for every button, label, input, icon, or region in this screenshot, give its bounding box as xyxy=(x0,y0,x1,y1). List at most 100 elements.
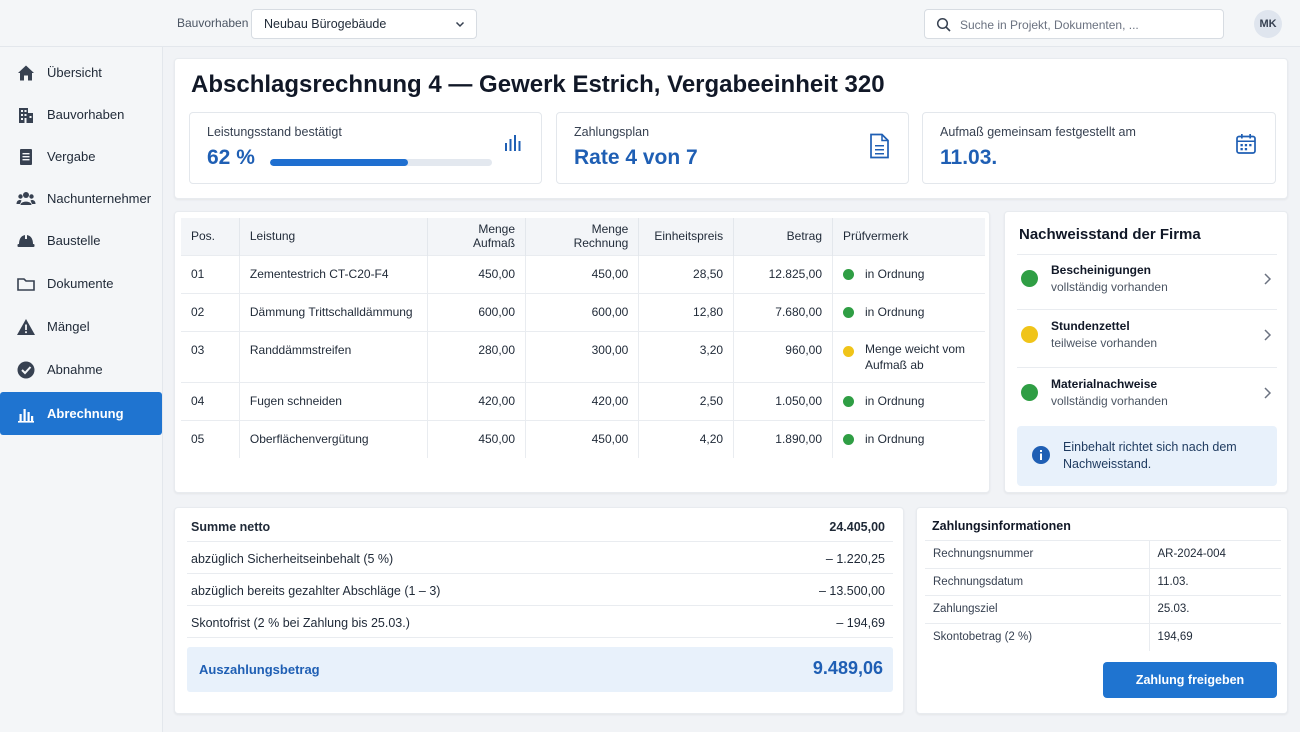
warning-icon xyxy=(17,319,35,335)
sidebar-item-label: Mängel xyxy=(47,319,90,334)
divider xyxy=(1017,254,1277,255)
project-select-value: Neubau Bürogebäude xyxy=(264,17,387,31)
sidebar-item-abrechnung[interactable]: Abrechnung xyxy=(0,392,162,435)
cell-pos: 04 xyxy=(181,381,240,420)
cell-aufmass: 600,00 xyxy=(427,292,527,331)
table-header-row: Pos. Leistung Menge Aufmaß Menge Rechnun… xyxy=(181,218,985,255)
col-pos[interactable]: Pos. xyxy=(181,218,240,255)
cell-status: in Ordnung xyxy=(832,419,985,458)
status-text: in Ordnung xyxy=(865,267,925,281)
proof-item-bescheinigungen[interactable]: Bescheinigungen vollständig vorhanden xyxy=(1017,256,1277,312)
cell-pos: 03 xyxy=(181,330,240,382)
cell-betrag: 1.890,00 xyxy=(733,419,833,458)
cell-rechnung: 450,00 xyxy=(525,254,640,293)
sidebar-item-dokumente[interactable]: Dokumente xyxy=(0,262,162,305)
chevron-right-icon xyxy=(1264,273,1272,285)
status-ok-dot xyxy=(843,433,854,445)
summary-label: abzüglich bereits gezahlter Abschläge (1… xyxy=(191,584,441,598)
summary-label: abzüglich Sicherheitseinbehalt (5 %) xyxy=(191,552,394,566)
payment-info-table: Rechnungsnummer AR-2024-004 Rechnungsdat… xyxy=(925,540,1281,651)
project-label: Bauvorhaben xyxy=(177,16,249,30)
bar-chart-icon xyxy=(18,409,34,423)
status-ok-dot xyxy=(843,395,854,407)
summary-row-retention: abzüglich Sicherheitseinbehalt (5 %) – 1… xyxy=(187,542,893,574)
proofs-title: Nachweisstand der Firma xyxy=(1019,226,1201,243)
avatar[interactable]: MK xyxy=(1254,10,1282,38)
kpi-measure-date: Aufmaß gemeinsam festgestellt am 11.03. xyxy=(922,112,1276,184)
cell-status: Menge weicht vom Aufmaß ab xyxy=(832,330,985,382)
cell-pos: 02 xyxy=(181,292,240,331)
cell-einheitspreis: 3,20 xyxy=(638,330,735,382)
col-pruefvermerk[interactable]: Prüfvermerk xyxy=(832,218,985,255)
info-box: Einbehalt richtet sich nach dem Nachweis… xyxy=(1017,426,1277,486)
payment-info-row: Rechnungsdatum 11.03. xyxy=(925,567,1281,596)
proof-item-stundenzettel[interactable]: Stundenzettel teilweise vorhanden xyxy=(1017,312,1277,368)
status-warning-dot xyxy=(843,345,854,357)
table-row[interactable]: 03 Randdämmstreifen 280,00 300,00 3,20 9… xyxy=(181,330,985,382)
progress-bar xyxy=(270,159,492,166)
summary-value: – 13.500,00 xyxy=(818,584,885,598)
proof-item-title: Materialnachweise xyxy=(1051,377,1158,391)
cell-leistung: Fugen schneiden xyxy=(239,381,428,420)
cell-leistung: Randdämmstreifen xyxy=(239,330,428,382)
sidebar-item-vergabe[interactable]: Vergabe xyxy=(0,135,162,178)
proof-item-status: vollständig vorhanden xyxy=(1051,394,1168,408)
col-einheitspreis[interactable]: Einheitspreis xyxy=(638,218,735,255)
kpi-measure-value: 11.03. xyxy=(940,146,998,169)
proof-item-title: Stundenzettel xyxy=(1051,319,1130,333)
cell-einheitspreis: 4,20 xyxy=(638,419,735,458)
status-ok-dot xyxy=(1021,384,1038,401)
top-bar: Bauvorhaben Neubau Bürogebäude Suche in … xyxy=(0,0,1300,47)
kpi-progress: Leistungsstand bestätigt 62 % xyxy=(189,112,542,184)
sidebar-item-label: Baustelle xyxy=(47,233,101,248)
document-icon xyxy=(20,149,32,165)
kpi-measure-label: Aufmaß gemeinsam festgestellt am xyxy=(940,125,1136,139)
col-menge-aufmass[interactable]: Menge Aufmaß xyxy=(427,218,527,255)
sidebar-item-label: Dokumente xyxy=(47,276,114,291)
project-select[interactable]: Neubau Bürogebäude xyxy=(251,9,477,39)
cell-pos: 05 xyxy=(181,419,240,458)
cell-status: in Ordnung xyxy=(832,254,985,293)
proof-item-materialnachweise[interactable]: Materialnachweise vollständig vorhanden xyxy=(1017,370,1277,426)
payout-label: Auszahlungsbetrag xyxy=(199,662,320,677)
cell-rechnung: 600,00 xyxy=(525,292,640,331)
payment-info-value: 11.03. xyxy=(1149,567,1281,596)
col-betrag[interactable]: Betrag xyxy=(733,218,833,255)
sidebar-item-label: Abrechnung xyxy=(47,406,124,421)
search-input[interactable]: Suche in Projekt, Dokumenten, ... xyxy=(924,9,1224,39)
summary-card: Summe netto 24.405,00 abzüglich Sicherhe… xyxy=(174,507,904,714)
cell-aufmass: 420,00 xyxy=(427,381,527,420)
kpi-progress-label: Leistungsstand bestätigt xyxy=(207,125,342,139)
cell-einheitspreis: 2,50 xyxy=(638,381,735,420)
cell-leistung: Dämmung Trittschalldämmung xyxy=(239,292,428,331)
kpi-payment-plan: Zahlungsplan Rate 4 von 7 xyxy=(556,112,909,184)
sidebar-item-bauvorhaben[interactable]: Bauvorhaben xyxy=(0,93,162,136)
sidebar-item-uebersicht[interactable]: Übersicht xyxy=(0,51,162,94)
sidebar-item-label: Übersicht xyxy=(47,65,102,80)
divider xyxy=(1017,309,1277,310)
payment-info-row: Skontobetrag (2 %) 194,69 xyxy=(925,622,1281,651)
table-row[interactable]: 02 Dämmung Trittschalldämmung 600,00 600… xyxy=(181,292,985,331)
proof-item-title: Bescheinigungen xyxy=(1051,263,1152,277)
progress-bar-fill xyxy=(270,159,408,166)
proofs-card: Nachweisstand der Firma Bescheinigungen … xyxy=(1004,211,1288,493)
col-menge-rechnung[interactable]: Menge Rechnung xyxy=(525,218,640,255)
cell-betrag: 12.825,00 xyxy=(733,254,833,293)
table-row[interactable]: 05 Oberflächenvergütung 450,00 450,00 4,… xyxy=(181,419,985,458)
table-row[interactable]: 04 Fugen schneiden 420,00 420,00 2,50 1.… xyxy=(181,381,985,420)
col-leistung[interactable]: Leistung xyxy=(239,218,428,255)
check-circle-icon xyxy=(17,361,35,379)
sidebar-item-nachunternehmer[interactable]: Nachunternehmer xyxy=(0,177,162,220)
proof-item-status: teilweise vorhanden xyxy=(1051,336,1158,350)
sidebar-item-baustelle[interactable]: Baustelle xyxy=(0,219,162,262)
cell-einheitspreis: 28,50 xyxy=(638,254,735,293)
table-row[interactable]: 01 Zementestrich CT-C20-F4 450,00 450,00… xyxy=(181,254,985,293)
release-payment-button[interactable]: Zahlung freigeben xyxy=(1103,662,1277,698)
sidebar-item-maengel[interactable]: Mängel xyxy=(0,305,162,348)
helmet-icon xyxy=(17,234,35,247)
cell-einheitspreis: 12,80 xyxy=(638,292,735,331)
sidebar-item-abnahme[interactable]: Abnahme xyxy=(0,348,162,391)
status-text: in Ordnung xyxy=(865,394,925,408)
info-text: Einbehalt richtet sich nach dem Nachweis… xyxy=(1063,440,1237,471)
home-icon xyxy=(18,65,34,81)
